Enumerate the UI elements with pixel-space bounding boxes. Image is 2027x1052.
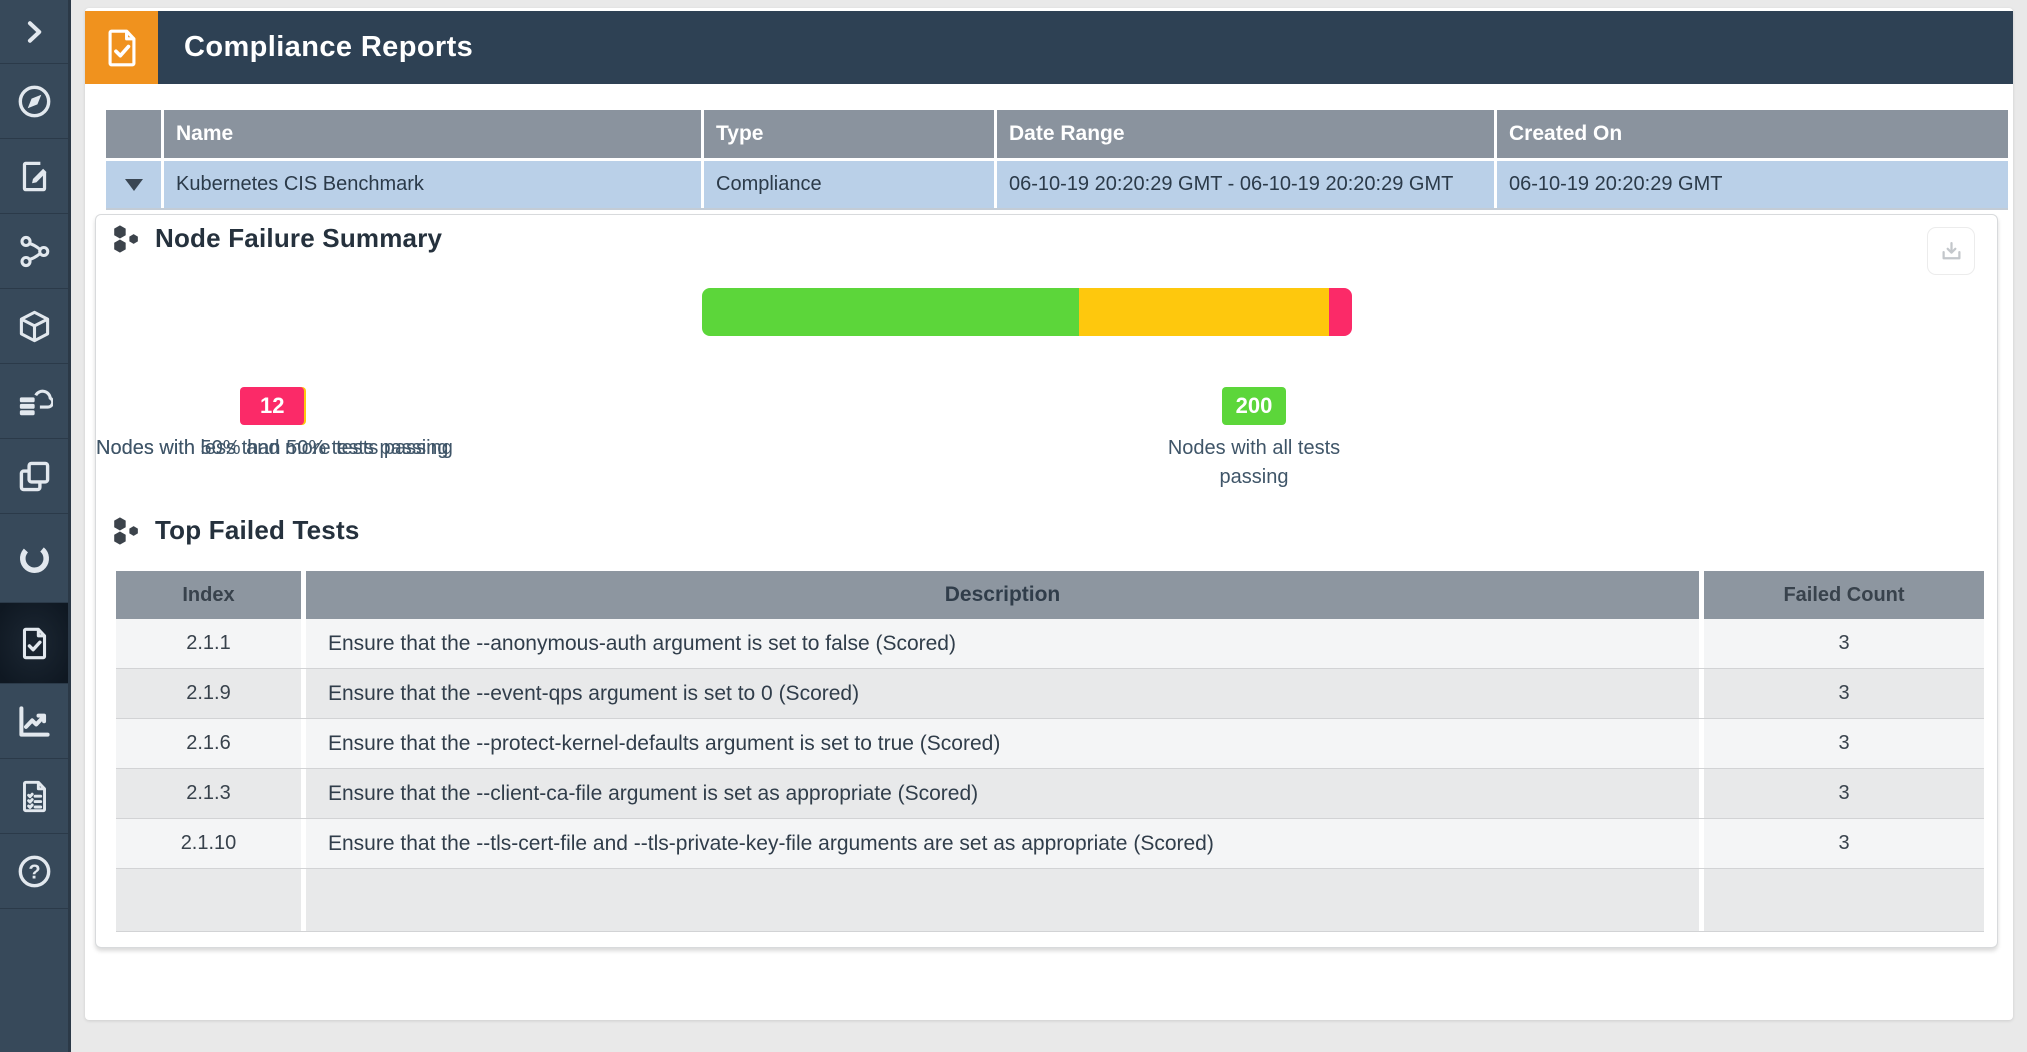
sidebar-item-images[interactable]: [0, 439, 68, 514]
column-header-failed-count: Failed Count: [1704, 571, 1984, 619]
report-type: Compliance: [704, 161, 997, 208]
section-title: Node Failure Summary: [155, 223, 442, 254]
bar-segment-3: [1329, 288, 1352, 336]
failed-test-row[interactable]: 2.1.9Ensure that the --event-qps argumen…: [116, 669, 1984, 719]
help-icon: ?: [16, 853, 53, 890]
legend-label: Nodes with less than 50% tests passing: [96, 434, 448, 463]
node-failure-summary-header: Node Failure Summary: [112, 223, 442, 254]
report-created-on: 06-10-19 20:20:29 GMT: [1497, 161, 2008, 208]
report-name: Kubernetes CIS Benchmark: [164, 161, 704, 208]
failed-test-index: 2.1.10: [116, 819, 306, 868]
legend-label: Nodes with all tests passing: [1144, 434, 1364, 492]
expand-column-header: [106, 110, 164, 158]
svg-text:?: ?: [28, 861, 40, 883]
reports-table: Name Type Date Range Created On Kubernet…: [106, 110, 2008, 210]
refresh-icon: [16, 540, 53, 577]
chevron-right-icon: [20, 18, 48, 46]
sidebar-item-compliance-reports[interactable]: [0, 603, 68, 684]
row-expand-toggle[interactable]: [106, 161, 164, 208]
cube-icon: [16, 308, 53, 345]
sidebar-item-analytics[interactable]: [0, 684, 68, 759]
bar-segment-2: [1079, 288, 1330, 336]
compliance-card: Compliance Reports Name Type Date Range …: [85, 8, 2013, 1020]
document-check-icon: [16, 625, 53, 662]
layers-icon: [16, 458, 53, 495]
legend-value-badge: 200: [1222, 387, 1286, 425]
failed-test-description: Ensure that the --event-qps argument is …: [306, 669, 1704, 718]
sidebar-item-topology[interactable]: [0, 214, 68, 289]
sidebar-item-explore[interactable]: [0, 64, 68, 139]
failed-test-count: 3: [1704, 719, 1984, 768]
legend-item-3: 12 Nodes with less than 50% tests passing: [96, 387, 448, 463]
column-header-name: Name: [164, 110, 704, 158]
compliance-report-icon: [85, 11, 158, 84]
failed-test-row[interactable]: 2.1.10Ensure that the --tls-cert-file an…: [116, 819, 1984, 869]
failed-test-row[interactable]: 2.1.3Ensure that the --client-ca-file ar…: [116, 769, 1984, 819]
section-title: Top Failed Tests: [155, 515, 359, 546]
failed-test-index: 2.1.9: [116, 669, 306, 718]
failed-test-index: 2.1.6: [116, 719, 306, 768]
topology-icon: [16, 233, 53, 270]
failed-test-row[interactable]: 2.1.6Ensure that the --protect-kernel-de…: [116, 719, 1984, 769]
document-edit-icon: [16, 158, 53, 195]
sidebar-item-cloud-storage[interactable]: [0, 364, 68, 439]
failed-test-description: Ensure that the --tls-cert-file and --tl…: [306, 819, 1704, 868]
download-icon: [1938, 238, 1965, 265]
failed-test-count: 3: [1704, 669, 1984, 718]
failed-test-description: Ensure that the --anonymous-auth argumen…: [306, 619, 1704, 668]
sidebar-item-expand[interactable]: [0, 0, 68, 64]
sidebar-item-edit-report[interactable]: [0, 139, 68, 214]
page-title: Compliance Reports: [184, 31, 473, 64]
failed-test-count: 3: [1704, 819, 1984, 868]
column-header-date-range: Date Range: [997, 110, 1497, 158]
failed-tests-table: Index Description Failed Count 2.1.1Ensu…: [116, 571, 1984, 932]
compass-icon: [16, 83, 53, 120]
failed-test-index: 2.1.1: [116, 619, 306, 668]
reports-table-header: Name Type Date Range Created On: [106, 110, 2008, 158]
report-detail-panel: Node Failure Summary 200 Nodes with all t…: [95, 214, 1998, 948]
failed-test-description: Ensure that the --protect-kernel-default…: [306, 719, 1704, 768]
sidebar-item-logs[interactable]: [0, 759, 68, 834]
titlebar: Compliance Reports: [85, 11, 2013, 84]
cluster-hexagons-icon: [112, 516, 142, 546]
legend-item-1: 200 Nodes with all tests passing: [1144, 387, 1364, 492]
column-header-index: Index: [116, 571, 306, 619]
checklist-icon: [16, 778, 53, 815]
chart-line-icon: [16, 703, 53, 740]
column-header-created-on: Created On: [1497, 110, 2008, 158]
failed-test-count: 3: [1704, 619, 1984, 668]
sidebar-item-containers[interactable]: [0, 289, 68, 364]
failed-test-index: 2.1.3: [116, 769, 306, 818]
sidebar: ?: [0, 0, 71, 1052]
failed-tests-table-header: Index Description Failed Count: [116, 571, 1984, 619]
legend-value-badge: 12: [240, 387, 304, 425]
sidebar-item-help[interactable]: ?: [0, 834, 68, 909]
failed-test-count: 3: [1704, 769, 1984, 818]
empty-row: [116, 869, 1984, 932]
caret-down-icon: [125, 179, 143, 191]
top-failed-tests-header: Top Failed Tests: [112, 515, 359, 546]
node-failure-stacked-bar: [702, 288, 1352, 336]
column-header-description: Description: [306, 571, 1704, 619]
report-date-range: 06-10-19 20:20:29 GMT - 06-10-19 20:20:2…: [997, 161, 1497, 208]
failed-test-description: Ensure that the --client-ca-file argumen…: [306, 769, 1704, 818]
bar-segment-1: [702, 288, 1079, 336]
report-row[interactable]: Kubernetes CIS Benchmark Compliance 06-1…: [106, 158, 2008, 210]
cluster-hexagons-icon: [112, 224, 142, 254]
failed-test-row[interactable]: 2.1.1Ensure that the --anonymous-auth ar…: [116, 619, 1984, 669]
column-header-type: Type: [704, 110, 997, 158]
cloud-database-icon: [16, 383, 53, 420]
sidebar-item-activity[interactable]: [0, 514, 68, 603]
download-button[interactable]: [1927, 227, 1975, 275]
